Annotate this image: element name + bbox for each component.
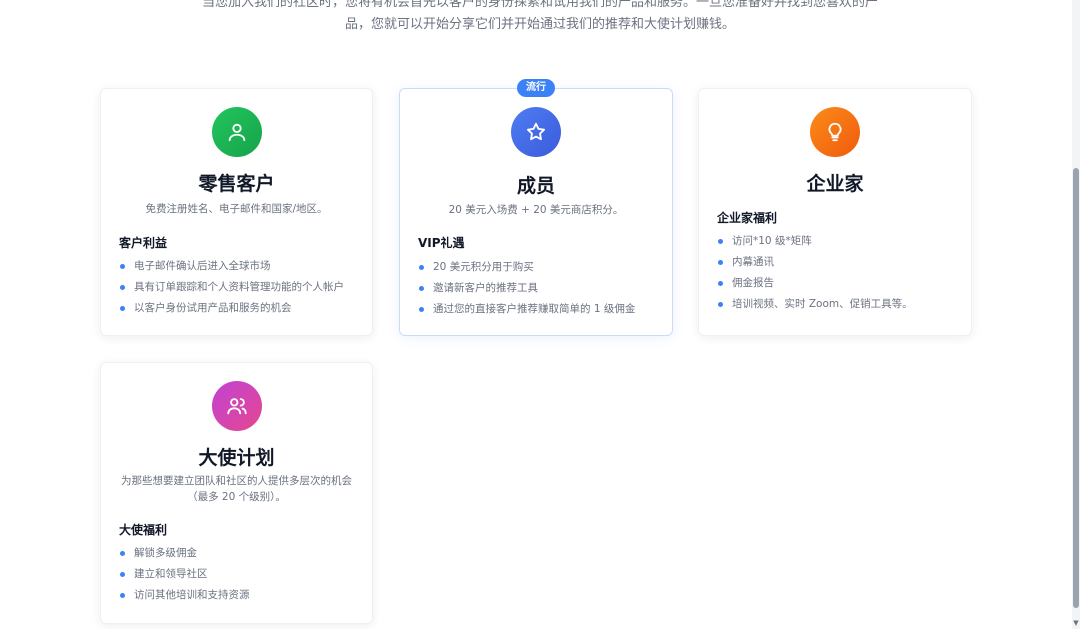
card-title: 大使计划 <box>198 447 275 469</box>
scroll-down-arrow-icon[interactable]: ▼ <box>1072 617 1080 629</box>
benefits-list: 20 美元积分用于购买 邀请新客户的推荐工具 通过您的直接客户推荐赚取简单的 1… <box>418 257 662 320</box>
intro-text: 当您加入我们的社区时，您将有机会首先以客户的身份探索和试用我们的产品和服务。一旦… <box>0 0 1080 36</box>
plan-card-retail[interactable]: 零售客户 免费注册姓名、电子邮件和国家/地区。 客户利益 电子邮件确认后进入全球… <box>100 88 373 336</box>
card-title: 零售客户 <box>198 173 275 195</box>
plan-card-member[interactable]: 流行 成员 20 美元入场费 + 20 美元商店积分。 VIP礼遇 20 美元积… <box>399 79 673 336</box>
lightbulb-icon <box>810 107 860 157</box>
list-item: 内幕通讯 <box>717 252 961 273</box>
card-description: 20 美元入场费 + 20 美元商店积分。 <box>448 204 624 216</box>
plan-card-entrepreneur[interactable]: 企业家 企业家福利 访问*10 级*矩阵 内幕通讯 佣金报告 培训视频、实时 Z… <box>698 88 972 336</box>
intro-line-1: 当您加入我们的社区时，您将有机会首先以客户的身份探索和试用我们的产品和服务。一旦… <box>201 0 878 10</box>
list-item: 建立和领导社区 <box>119 564 362 585</box>
users-icon <box>211 381 262 431</box>
benefits-heading: 企业家福利 <box>717 211 778 225</box>
list-item: 通过您的直接客户推荐赚取简单的 1 级佣金 <box>418 299 662 320</box>
list-item: 具有订单跟踪和个人资料管理功能的个人帐户 <box>119 277 362 298</box>
benefits-list: 访问*10 级*矩阵 内幕通讯 佣金报告 培训视频、实时 Zoom、促销工具等。 <box>717 231 961 315</box>
list-item: 邀请新客户的推荐工具 <box>418 278 662 299</box>
page-scrollbar[interactable]: ▼ <box>1072 0 1080 629</box>
star-icon <box>511 107 561 157</box>
intro-line-2: 品，您就可以开始分享它们并开始通过我们的推荐和大使计划赚钱。 <box>344 17 735 32</box>
card-description: 免费注册姓名、电子邮件和国家/地区。 <box>145 203 328 215</box>
user-icon <box>211 107 262 157</box>
list-item: 20 美元积分用于购买 <box>418 257 662 278</box>
list-item: 佣金报告 <box>717 273 961 294</box>
benefits-heading: 客户利益 <box>119 236 168 250</box>
card-title: 成员 <box>516 175 555 197</box>
benefits-list: 解锁多级佣金 建立和领导社区 访问其他培训和支持资源 <box>119 543 362 606</box>
list-item: 访问其他培训和支持资源 <box>119 585 362 606</box>
benefits-list: 电子邮件确认后进入全球市场 具有订单跟踪和个人资料管理功能的个人帐户 以客户身份… <box>119 256 362 319</box>
benefits-heading: VIP礼遇 <box>418 236 465 250</box>
list-item: 电子邮件确认后进入全球市场 <box>119 256 362 277</box>
list-item: 访问*10 级*矩阵 <box>717 231 961 252</box>
scrollbar-thumb[interactable] <box>1073 168 1079 608</box>
plan-card-ambassador[interactable]: 大使计划 为那些想要建立团队和社区的人提供多层次的机会（最多 20 个级别）。 … <box>100 362 373 624</box>
popular-badge: 流行 <box>517 79 555 97</box>
card-title: 企业家 <box>806 173 864 195</box>
list-item: 解锁多级佣金 <box>119 543 362 564</box>
benefits-heading: 大使福利 <box>119 523 168 537</box>
card-description: 为那些想要建立团队和社区的人提供多层次的机会（最多 20 个级别）。 <box>121 475 352 503</box>
list-item: 以客户身份试用产品和服务的机会 <box>119 298 362 319</box>
list-item: 培训视频、实时 Zoom、促销工具等。 <box>717 294 961 315</box>
